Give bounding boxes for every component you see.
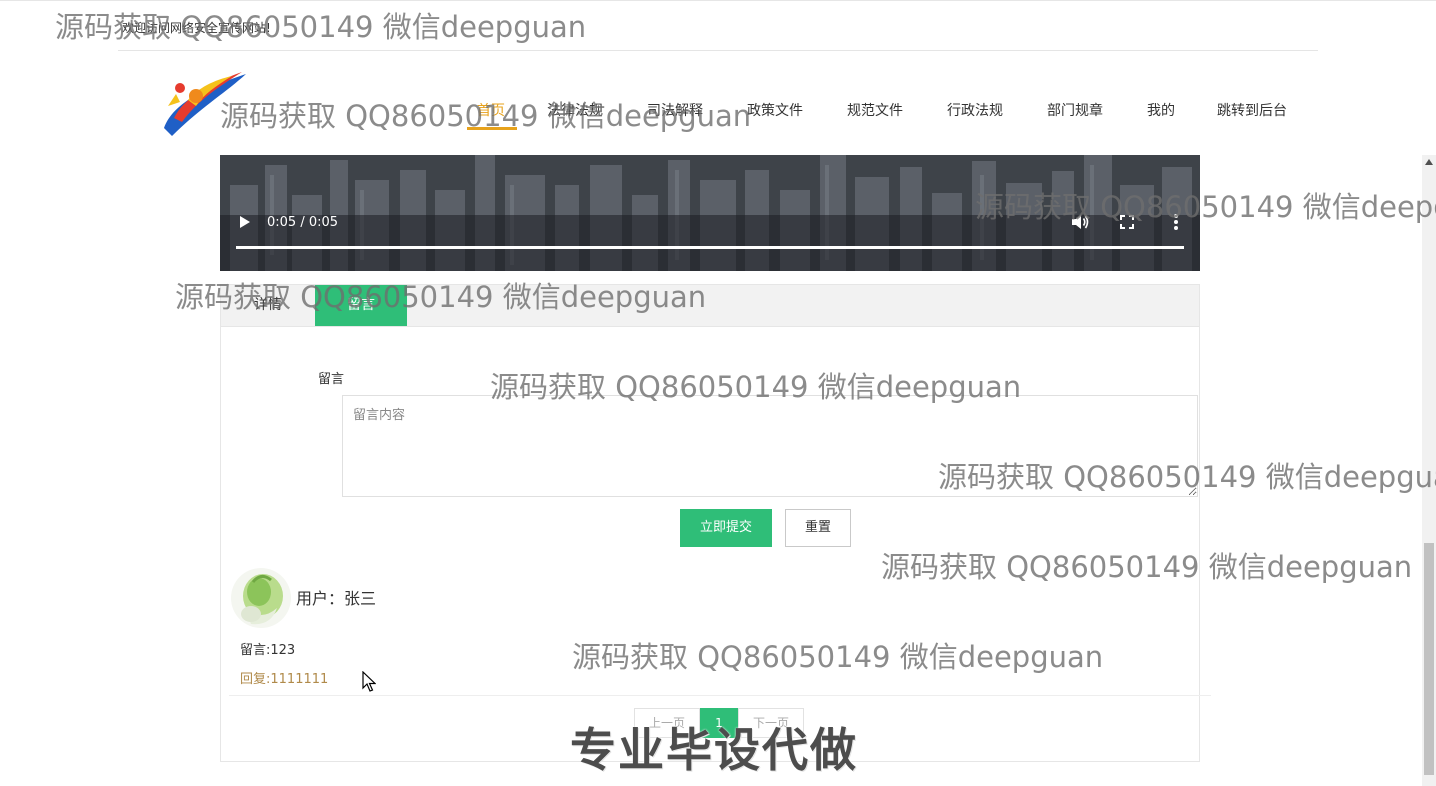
tab-details[interactable]: 详情	[221, 285, 315, 326]
fullscreen-icon[interactable]	[1120, 215, 1134, 229]
header-divider	[118, 50, 1318, 51]
volume-icon[interactable]	[1070, 213, 1090, 231]
logo-icon[interactable]	[158, 66, 250, 140]
avatar-image	[231, 568, 291, 628]
tab-messages[interactable]: 留言	[315, 285, 407, 326]
nav-mine[interactable]: 我的	[1147, 100, 1175, 120]
page-scrollbar[interactable]	[1422, 155, 1436, 786]
nav-laws[interactable]: 法律法规	[547, 100, 603, 120]
more-icon[interactable]	[1170, 213, 1182, 231]
message-textarea[interactable]	[342, 395, 1198, 497]
comment-username: 用户：张三	[296, 589, 377, 608]
nav-home[interactable]: 首页	[477, 100, 505, 120]
nav-administrative-regulations[interactable]: 行政法规	[947, 100, 1003, 120]
cursor-icon	[362, 671, 376, 692]
nav-admin-backend[interactable]: 跳转到后台	[1217, 100, 1287, 120]
reset-button[interactable]: 重置	[785, 509, 851, 547]
scroll-up-arrow-icon[interactable]	[1425, 159, 1433, 165]
comment-divider	[229, 695, 1211, 696]
nav-department-rules[interactable]: 部门规章	[1047, 100, 1103, 120]
comment-reply: 回复:1111111	[240, 672, 329, 687]
comment-content: 留言:123	[240, 643, 296, 658]
submit-button[interactable]: 立即提交	[680, 509, 772, 547]
nav-normative-documents[interactable]: 规范文件	[847, 100, 903, 120]
pagination-current-page[interactable]: 1	[700, 708, 738, 738]
play-icon[interactable]	[238, 215, 252, 229]
video-player[interactable]: 0:05 / 0:05	[220, 155, 1200, 271]
top-border	[0, 0, 1436, 5]
pagination-next[interactable]: 下一页	[738, 708, 804, 738]
welcome-text: 欢迎访问网络安全宣传网站!	[122, 21, 271, 35]
nav-judicial-interpretation[interactable]: 司法解释	[647, 100, 703, 120]
scrollbar-thumb[interactable]	[1424, 543, 1434, 775]
pagination-prev[interactable]: 上一页	[634, 708, 700, 738]
video-time: 0:05 / 0:05	[267, 215, 339, 230]
message-field-label: 留言	[318, 372, 345, 387]
tab-bar: 详情 留言	[221, 285, 1199, 327]
nav-policy-documents[interactable]: 政策文件	[747, 100, 803, 120]
nav-active-indicator	[467, 127, 517, 130]
video-progress-bar[interactable]	[236, 246, 1184, 249]
video-controls: 0:05 / 0:05	[220, 155, 1200, 271]
